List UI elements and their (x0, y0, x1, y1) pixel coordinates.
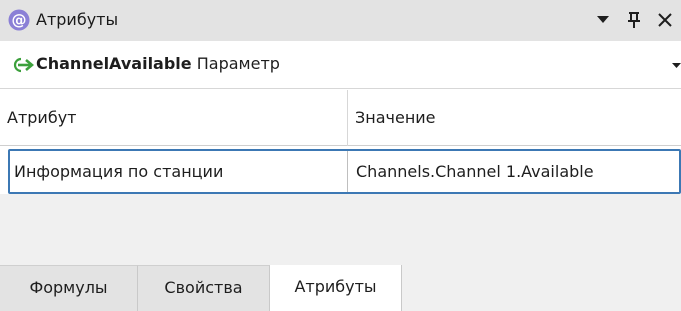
pin-icon (628, 12, 640, 28)
panel-titlebar: @ Атрибуты (0, 0, 681, 41)
grid-empty-area (0, 194, 681, 265)
panel-menu-button[interactable] (590, 6, 616, 34)
selector-text: ChannelAvailable Параметр (36, 54, 280, 73)
table-row[interactable]: Информация по станции Channels.Channel 1… (8, 149, 681, 194)
cell-attribute[interactable]: Информация по станции (10, 151, 348, 192)
close-button[interactable] (652, 6, 678, 34)
tab-attributes[interactable]: Атрибуты (270, 265, 402, 311)
selected-object-name: ChannelAvailable (36, 54, 192, 73)
tab-formulas[interactable]: Формулы (0, 265, 138, 311)
chevron-down-icon[interactable] (672, 61, 681, 70)
panel-title: Атрибуты (36, 10, 119, 29)
green-arrow-icon (13, 57, 34, 73)
svg-text:@: @ (12, 11, 27, 29)
column-header-attribute[interactable]: Атрибут (0, 90, 348, 146)
tab-bar: Формулы Свойства Атрибуты (0, 265, 681, 311)
dropdown-arrow-icon (597, 16, 609, 23)
selected-object-type: Параметр (191, 54, 280, 73)
close-icon (658, 13, 672, 27)
column-header-value[interactable]: Значение (348, 90, 681, 146)
cell-value[interactable]: Channels.Channel 1.Available (348, 151, 681, 192)
tab-properties[interactable]: Свойства (138, 265, 270, 311)
object-selector[interactable]: ChannelAvailable Параметр (0, 41, 681, 89)
grid-header: Атрибут Значение (0, 90, 681, 146)
at-sign-icon: @ (8, 9, 30, 31)
pin-button[interactable] (621, 6, 647, 34)
attributes-grid: Атрибут Значение Информация по станции C… (0, 90, 681, 194)
